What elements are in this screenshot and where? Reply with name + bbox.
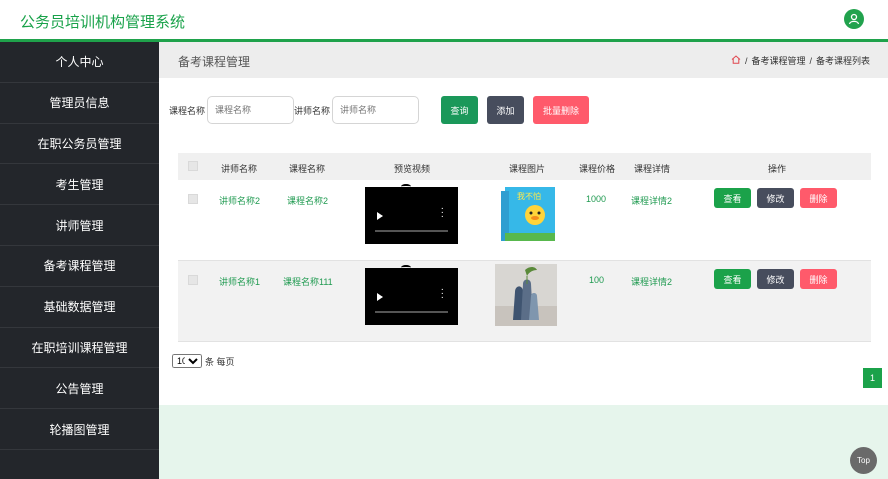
video-progress-bar[interactable]	[375, 311, 448, 313]
back-to-top-button[interactable]: Top	[850, 447, 877, 474]
row-checkbox[interactable]	[188, 194, 198, 204]
price-cell: 1000	[586, 194, 607, 204]
course-name-cell: 课程名称2	[287, 196, 329, 206]
table-row: 讲师名称1 课程名称111 · · · 100 课程详情2 查看 修改 删除	[178, 261, 871, 342]
column-header: 预览视频	[394, 164, 431, 174]
sidebar-item-carousel[interactable]: 轮播图管理	[0, 409, 159, 450]
app-title: 公务员培训机构管理系统	[20, 14, 186, 31]
sidebar-item-label: 公告管理	[55, 381, 104, 396]
view-button[interactable]: 查看	[714, 188, 751, 208]
sidebar-item-label: 管理员信息	[49, 96, 110, 111]
footer-area	[159, 405, 888, 479]
svg-text:我不怕: 我不怕	[517, 191, 541, 201]
teacher-name-cell: 讲师名称1	[219, 277, 261, 287]
column-header: 课程图片	[509, 164, 546, 174]
video-handle	[401, 265, 411, 270]
page-title: 备考课程管理	[178, 55, 251, 69]
sidebar-item-label: 个人中心	[55, 55, 104, 70]
course-table: 讲师名称 课程名称 预览视频 课程图片 课程价格 课程详情 操作 讲师名称2 课…	[178, 153, 871, 342]
sidebar-item-notices[interactable]: 公告管理	[0, 368, 159, 410]
sidebar-item-personal-center[interactable]: 个人中心	[0, 42, 159, 83]
sidebar-item-teachers[interactable]: 讲师管理	[0, 205, 159, 246]
breadcrumb-item[interactable]: 备考课程管理	[751, 54, 805, 67]
course-image: 我不怕	[499, 185, 560, 245]
delete-button[interactable]: 删除	[800, 269, 837, 289]
home-icon[interactable]	[731, 55, 741, 66]
column-header: 课程价格	[579, 164, 616, 174]
more-options-icon[interactable]: · · ·	[441, 204, 444, 222]
course-name-label: 课程名称	[169, 105, 206, 116]
main-content: 备考课程管理 / 备考课程管理 / 备考课程列表 课程名称 讲师名称 查询 添加…	[159, 42, 888, 479]
column-header: 操作	[768, 164, 787, 174]
teacher-name-label: 讲师名称	[294, 105, 331, 116]
table-row: 讲师名称2 课程名称2 · · · 我不怕 1000 课程详情2 查看 修改 删…	[178, 180, 871, 261]
title-bar: 备考课程管理 / 备考课程管理 / 备考课程列表	[159, 42, 888, 78]
sidebar-item-label: 讲师管理	[55, 218, 104, 233]
edit-button[interactable]: 修改	[757, 188, 794, 208]
view-button[interactable]: 查看	[714, 269, 751, 289]
course-image	[495, 264, 557, 326]
detail-cell[interactable]: 课程详情2	[631, 275, 672, 288]
sidebar-item-training-courses[interactable]: 在职培训课程管理	[0, 328, 159, 369]
sidebar-item-label: 轮播图管理	[49, 422, 110, 437]
page-number-button[interactable]: 1	[863, 368, 882, 388]
column-header: 课程名称	[289, 164, 326, 174]
breadcrumb-item: 备考课程列表	[815, 56, 870, 66]
sidebar-item-base-data[interactable]: 基础数据管理	[0, 287, 159, 328]
select-all-checkbox[interactable]	[188, 161, 198, 171]
play-icon[interactable]	[377, 293, 383, 301]
sidebar-item-label: 备考课程管理	[43, 259, 116, 274]
video-handle	[401, 184, 411, 189]
breadcrumb-separator: /	[744, 55, 748, 66]
user-avatar-icon[interactable]	[844, 9, 864, 29]
sidebar-item-admin-info[interactable]: 管理员信息	[0, 83, 159, 124]
column-header: 讲师名称	[221, 164, 258, 174]
page-size-select[interactable]: 10	[172, 354, 202, 368]
detail-cell[interactable]: 课程详情2	[631, 194, 672, 207]
sidebar-item-candidates[interactable]: 考生管理	[0, 164, 159, 206]
breadcrumb: / 备考课程管理 / 备考课程列表	[731, 54, 870, 67]
sidebar-item-label: 基础数据管理	[43, 300, 116, 315]
sidebar: 个人中心 管理员信息 在职公务员管理 考生管理 讲师管理 备考课程管理 基础数据…	[0, 42, 159, 479]
course-name-input[interactable]	[207, 96, 295, 124]
add-button[interactable]: 添加	[487, 96, 525, 124]
column-header: 课程详情	[634, 164, 671, 174]
video-progress-bar[interactable]	[375, 230, 448, 232]
sidebar-item-label: 在职培训课程管理	[31, 340, 128, 355]
delete-button[interactable]: 删除	[800, 188, 837, 208]
price-cell: 100	[589, 275, 605, 285]
page-size-control: 10 条 每页	[172, 354, 235, 368]
sidebar-item-label: 在职公务员管理	[37, 136, 122, 151]
sidebar-item-civil-servants[interactable]: 在职公务员管理	[0, 124, 159, 165]
sidebar-item-label: 考生管理	[55, 177, 104, 192]
play-icon[interactable]	[377, 212, 383, 220]
more-options-icon[interactable]: · · ·	[441, 285, 444, 303]
search-bar: 课程名称 讲师名称 查询 添加 批量删除	[169, 96, 590, 124]
per-page-label: 条 每页	[205, 356, 235, 367]
course-name-cell: 课程名称111	[283, 277, 333, 287]
breadcrumb-separator: /	[809, 55, 812, 66]
table-header: 讲师名称 课程名称 预览视频 课程图片 课程价格 课程详情 操作	[178, 153, 871, 180]
top-bar: 公务员培训机构管理系统	[0, 0, 888, 40]
edit-button[interactable]: 修改	[757, 269, 794, 289]
query-button[interactable]: 查询	[441, 96, 479, 124]
row-checkbox[interactable]	[188, 275, 198, 285]
teacher-name-cell: 讲师名称2	[219, 196, 261, 206]
batch-delete-button[interactable]: 批量删除	[533, 96, 590, 124]
teacher-name-input[interactable]	[332, 96, 420, 124]
sidebar-item-exam-courses[interactable]: 备考课程管理	[0, 246, 159, 287]
preview-video[interactable]: · · ·	[365, 184, 458, 244]
preview-video[interactable]: · · ·	[365, 265, 458, 325]
